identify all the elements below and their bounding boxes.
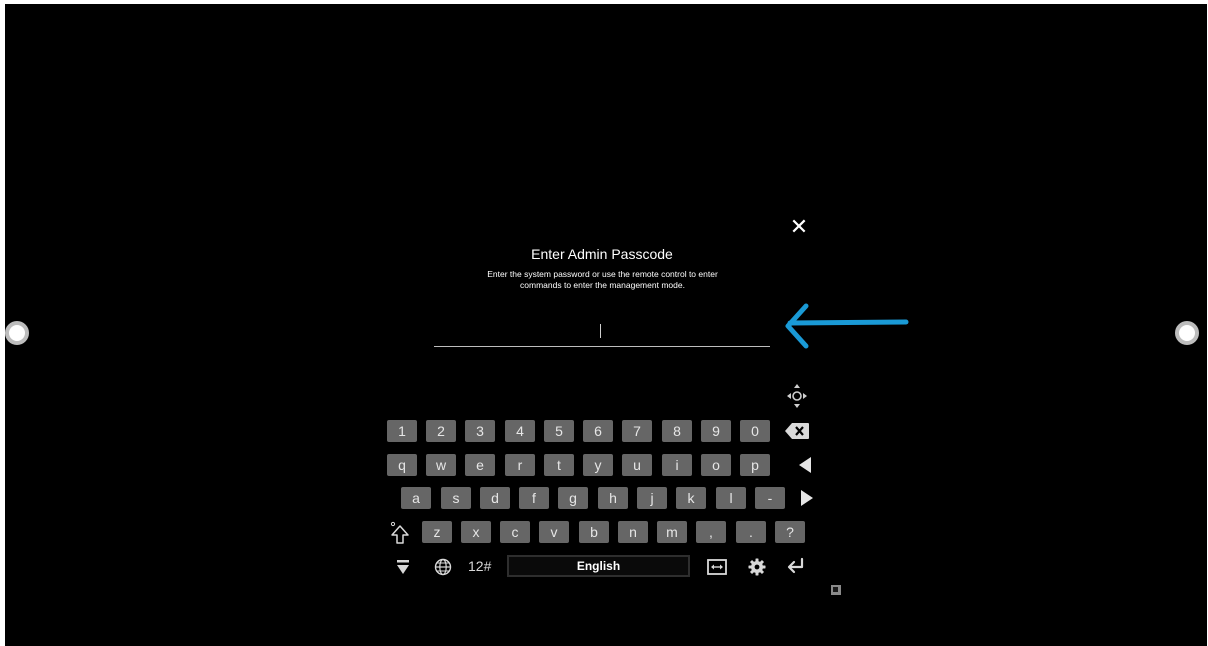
description-line-1: Enter the system password or use the rem… [487,269,718,279]
key-w[interactable]: w [426,454,456,476]
enter-key[interactable] [785,555,807,577]
hide-keyboard-key[interactable] [393,556,413,578]
key-b[interactable]: b [579,521,609,543]
key-period[interactable]: . [736,521,766,543]
move-icon[interactable] [786,383,808,409]
close-button[interactable]: ✕ [788,216,810,238]
key-o[interactable]: o [701,454,731,476]
key-0[interactable]: 0 [740,420,770,442]
key-l[interactable]: l [716,487,746,509]
key-q[interactable]: q [387,454,417,476]
key-comma[interactable]: , [696,521,726,543]
gear-icon [748,558,766,576]
key-y[interactable]: y [583,454,613,476]
key-n[interactable]: n [618,521,648,543]
key-e[interactable]: e [465,454,495,476]
backspace-key[interactable] [782,420,812,442]
dialog-description: Enter the system password or use the rem… [455,269,750,291]
key-7[interactable]: 7 [622,420,652,442]
key-i[interactable]: i [662,454,692,476]
key-t[interactable]: t [544,454,574,476]
backspace-icon [785,423,809,439]
key-a[interactable]: a [401,487,431,509]
key-j[interactable]: j [637,487,667,509]
globe-icon [434,558,452,576]
text-caret [600,324,601,338]
cursor-left-key[interactable] [794,454,816,476]
cursor-move-key[interactable] [706,556,728,578]
key-6[interactable]: 6 [583,420,613,442]
hide-keyboard-icon [397,560,409,574]
key-4[interactable]: 4 [505,420,535,442]
key-k[interactable]: k [676,487,706,509]
right-side-handle[interactable] [1175,321,1199,345]
key-m[interactable]: m [657,521,687,543]
key-h[interactable]: h [598,487,628,509]
key-9[interactable]: 9 [701,420,731,442]
key-g[interactable]: g [558,487,588,509]
description-line-2: commands to enter the management mode. [520,280,685,290]
settings-key[interactable] [746,556,768,578]
key-z[interactable]: z [422,521,452,543]
passcode-input[interactable] [434,320,770,347]
enter-icon [787,557,804,574]
cursor-move-icon [707,559,727,575]
language-key[interactable] [432,556,454,578]
key-f[interactable]: f [519,487,549,509]
dialog-title: Enter Admin Passcode [531,246,673,262]
key-1[interactable]: 1 [387,420,417,442]
resize-icon[interactable] [831,585,841,595]
key-d[interactable]: d [480,487,510,509]
space-key[interactable]: English [507,555,690,577]
key-u[interactable]: u [622,454,652,476]
arrow-left-icon [799,457,811,473]
annotation-arrow [785,303,909,349]
shift-key[interactable] [388,520,412,546]
key-dash[interactable]: - [755,487,785,509]
cursor-right-key[interactable] [796,487,818,509]
shift-icon [390,521,409,544]
key-question[interactable]: ? [775,521,805,543]
left-side-handle[interactable] [5,321,29,345]
key-v[interactable]: v [539,521,569,543]
symbols-mode-key[interactable]: 12# [468,558,491,574]
key-x[interactable]: x [461,521,491,543]
key-3[interactable]: 3 [465,420,495,442]
key-p[interactable]: p [740,454,770,476]
key-2[interactable]: 2 [426,420,456,442]
key-r[interactable]: r [505,454,535,476]
key-5[interactable]: 5 [544,420,574,442]
arrow-right-icon [801,490,813,506]
key-s[interactable]: s [441,487,471,509]
key-8[interactable]: 8 [662,420,692,442]
key-c[interactable]: c [500,521,530,543]
